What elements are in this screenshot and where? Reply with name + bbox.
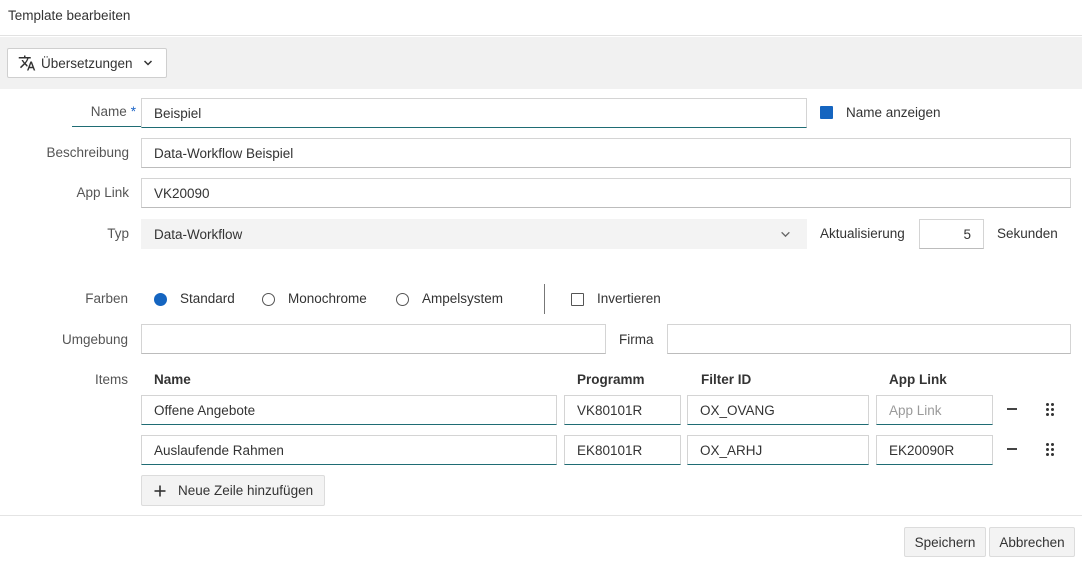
column-header-program: Programm (577, 372, 645, 387)
environment-input[interactable] (141, 324, 606, 354)
dialog-title-bar: Template bearbeiten (0, 0, 1082, 36)
app-link-input[interactable] (141, 178, 1071, 208)
invert-label: Invertieren (597, 291, 661, 306)
column-header-filter-id: Filter ID (701, 372, 752, 387)
item-app-link-input[interactable] (876, 395, 993, 425)
save-button[interactable]: Speichern (904, 527, 986, 557)
name-label: Name * (40, 104, 136, 120)
chevron-down-icon (143, 60, 152, 66)
type-select[interactable]: Data-Workflow (141, 219, 807, 249)
required-mark: * (130, 104, 136, 119)
company-input[interactable] (667, 324, 1071, 354)
translations-button[interactable]: Übersetzungen (7, 48, 167, 78)
item-filter-id-input[interactable] (687, 395, 869, 425)
column-header-name: Name (154, 372, 191, 387)
translations-label: Übersetzungen (41, 55, 133, 71)
description-input[interactable] (141, 138, 1071, 168)
items-label: Items (94, 372, 128, 387)
refresh-input[interactable] (919, 219, 984, 249)
name-label-underline (72, 126, 142, 127)
remove-row-icon[interactable] (1007, 408, 1017, 410)
name-label-text: Name (90, 104, 127, 119)
item-name-input[interactable] (141, 435, 557, 465)
radio-monochrome[interactable] (262, 293, 275, 306)
radio-ampelsystem[interactable] (396, 293, 409, 306)
refresh-unit-label: Sekunden (997, 226, 1058, 241)
refresh-label: Aktualisierung (820, 226, 905, 241)
type-select-value: Data-Workflow (154, 226, 243, 242)
remove-row-icon[interactable] (1007, 448, 1017, 450)
description-label: Beschreibung (46, 145, 129, 160)
show-name-checkbox[interactable] (820, 106, 833, 119)
cancel-button[interactable]: Abbrechen (989, 527, 1075, 557)
colors-divider (544, 284, 545, 314)
invert-checkbox[interactable] (571, 293, 584, 306)
toolbar: Übersetzungen (0, 37, 1082, 89)
item-program-input[interactable] (564, 435, 681, 465)
item-app-link-input[interactable] (876, 435, 993, 465)
footer-divider (0, 515, 1082, 516)
add-row-button[interactable]: Neue Zeile hinzufügen (141, 475, 325, 506)
colors-label: Farben (85, 291, 128, 306)
app-link-label: App Link (76, 185, 129, 200)
show-name-label: Name anzeigen (846, 105, 941, 120)
item-program-input[interactable] (564, 395, 681, 425)
radio-standard[interactable] (154, 293, 167, 306)
radio-ampelsystem-label: Ampelsystem (422, 291, 504, 306)
translate-icon (18, 55, 36, 71)
plus-icon (154, 485, 166, 496)
environment-label: Umgebung (61, 332, 128, 347)
item-name-input[interactable] (141, 395, 557, 425)
company-label: Firma (619, 332, 654, 347)
type-label: Typ (107, 226, 129, 241)
radio-monochrome-label: Monochrome (288, 291, 367, 306)
radio-standard-label: Standard (180, 291, 235, 306)
column-header-app-link: App Link (889, 372, 947, 387)
drag-handle-icon[interactable] (1046, 443, 1056, 457)
name-input[interactable] (141, 98, 807, 128)
drag-handle-icon[interactable] (1046, 403, 1056, 417)
add-row-label: Neue Zeile hinzufügen (178, 483, 314, 498)
dialog-title: Template bearbeiten (8, 8, 131, 23)
chevron-down-icon (781, 231, 790, 238)
item-filter-id-input[interactable] (687, 435, 869, 465)
